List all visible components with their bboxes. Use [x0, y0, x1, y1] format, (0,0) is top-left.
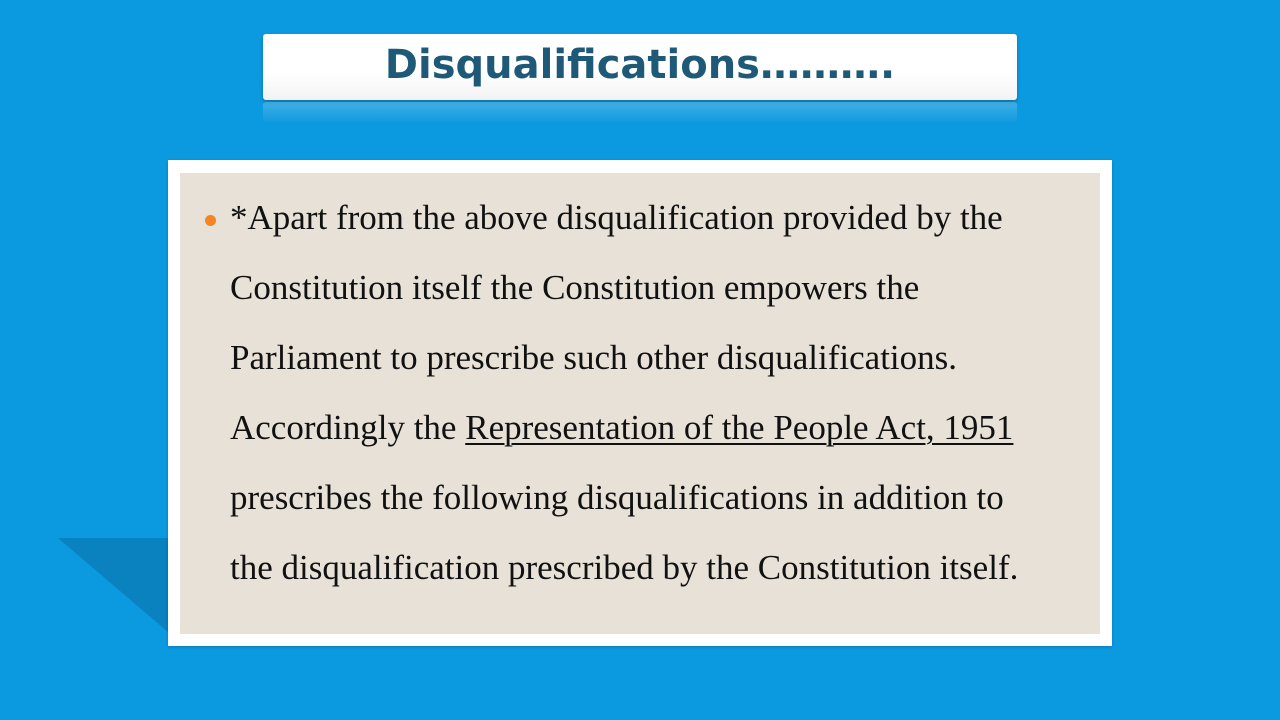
act-link[interactable]: Representation of the People Act, 1951: [465, 408, 1013, 447]
body-line-5: prescribes the following disqualificatio…: [230, 478, 1004, 517]
title-banner: Disqualifications……….: [263, 34, 1017, 100]
slide: Disqualifications………. *Apart from the ab…: [0, 0, 1280, 720]
body-line-6: the disqualification prescribed by the C…: [230, 548, 1019, 587]
content-card-body: *Apart from the above disqualification p…: [180, 173, 1100, 634]
bullet-icon: [205, 215, 216, 226]
body-line-4-prefix: Accordingly the: [230, 408, 466, 447]
body-paragraph: *Apart from the above disqualification p…: [230, 183, 1110, 603]
body-line-2: Constitution itself the Constitution emp…: [230, 268, 920, 307]
title-reflection: [263, 102, 1017, 124]
body-line-4: Accordingly the Representation of the Pe…: [230, 393, 1110, 463]
body-line-3: Parliament to prescribe such other disqu…: [230, 338, 958, 377]
body-line-1: *Apart from the above disqualification p…: [230, 198, 1003, 237]
content-card: *Apart from the above disqualification p…: [168, 160, 1112, 646]
slide-title: Disqualifications……….: [384, 42, 896, 88]
